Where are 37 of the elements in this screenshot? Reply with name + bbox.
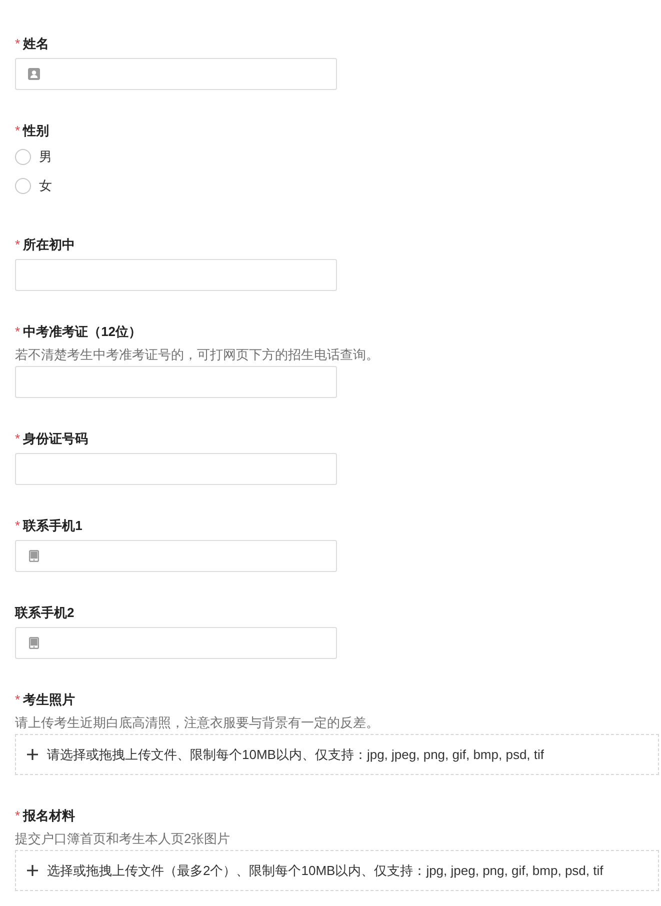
text-field[interactable] (15, 453, 337, 485)
required-mark: * (15, 517, 20, 535)
required-mark: * (15, 236, 20, 254)
field-hint: 提交户口簿首页和考生本人页2张图片 (15, 830, 230, 848)
radio-option[interactable]: 男 (15, 142, 52, 171)
upload-area[interactable]: 选择或拖拽上传文件（最多2个）、限制每个10MB以内、仅支持：jpg, jpeg, png, gif, bmp, psd, tif (15, 850, 659, 891)
phone-icon (29, 637, 39, 649)
required-mark: * (15, 323, 20, 341)
phone-field[interactable] (15, 540, 337, 572)
required-mark: * (15, 35, 20, 53)
field-hint: 请上传考生近期白底高清照，注意衣服要与背景有一定的反差。 (15, 714, 379, 732)
text-field[interactable] (15, 366, 337, 398)
required-mark: * (15, 122, 20, 140)
radio-button[interactable] (15, 148, 31, 164)
upload-area[interactable]: 请选择或拖拽上传文件、限制每个10MB以内、仅支持：jpg, jpeg, png, gif, bmp, psd, tif (15, 734, 659, 775)
radio-button[interactable] (15, 178, 31, 194)
field-label: 报名材料 (23, 807, 76, 825)
field-label: 联系手机2 (15, 604, 74, 622)
text-field[interactable] (15, 259, 337, 291)
field-hint: 若不清楚考生中考准考证号的，可打网页下方的招生电话查询。 (15, 346, 379, 364)
field-label: 中考准考证（12位） (23, 323, 142, 341)
plus-icon (27, 749, 38, 760)
required-mark: * (15, 430, 20, 448)
field-label: 性别 (23, 122, 50, 140)
plus-icon (27, 865, 38, 876)
radio-option[interactable]: 女 (15, 171, 52, 200)
phone-field[interactable] (15, 627, 337, 659)
field-label: 姓名 (23, 35, 50, 53)
name-field[interactable] (15, 58, 337, 90)
phone-icon (29, 550, 39, 562)
field-label: 考生照片 (23, 691, 76, 709)
required-mark: * (15, 807, 20, 825)
field-label: 联系手机1 (23, 517, 82, 535)
field-label: 身份证号码 (23, 430, 88, 448)
required-mark: * (15, 691, 20, 709)
field-label: 所在初中 (23, 236, 76, 254)
person-icon (28, 68, 40, 80)
